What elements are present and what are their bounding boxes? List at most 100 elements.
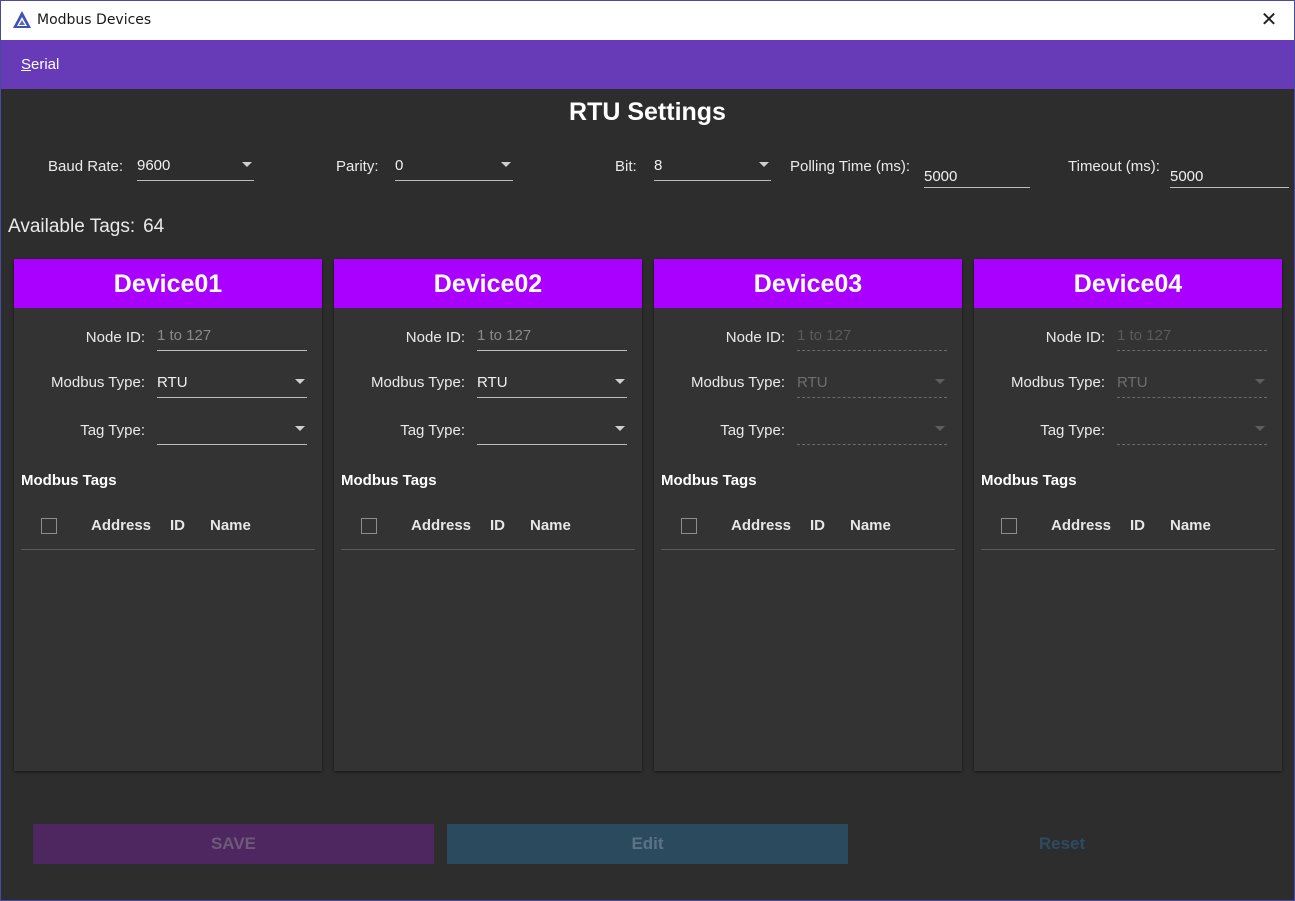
available-tags-label: Available Tags: bbox=[8, 216, 136, 237]
node-id-input[interactable]: 1 to 127 bbox=[797, 321, 947, 351]
menu-item-serial[interactable]: Serial bbox=[21, 56, 59, 73]
device-card-header: Device04 bbox=[974, 259, 1282, 308]
baud-rate-label: Baud Rate: bbox=[48, 158, 124, 175]
menu-bar: Serial bbox=[1, 40, 1294, 89]
column-header-id[interactable]: ID bbox=[1130, 517, 1145, 534]
node-id-label: Node ID: bbox=[405, 329, 465, 346]
chevron-down-icon bbox=[615, 426, 625, 431]
modbus-type-value: RTU bbox=[1117, 374, 1148, 391]
modbus-type-select[interactable]: RTU bbox=[157, 368, 307, 398]
modbus-devices-window: Modbus Devices ✕ Serial RTU Settings Bau… bbox=[0, 0, 1295, 901]
chevron-down-icon bbox=[1255, 379, 1265, 384]
tag-type-select[interactable] bbox=[477, 415, 627, 445]
chevron-down-icon bbox=[1255, 426, 1265, 431]
node-id-input[interactable]: 1 to 127 bbox=[157, 321, 307, 351]
modbus-tags-title: Modbus Tags bbox=[981, 472, 1077, 489]
menu-item-serial-label: erial bbox=[31, 56, 60, 73]
parity-select[interactable]: 0 bbox=[395, 151, 513, 181]
modbus-type-label: Modbus Type: bbox=[691, 374, 785, 391]
column-header-id[interactable]: ID bbox=[170, 517, 185, 534]
column-header-address[interactable]: Address bbox=[1051, 517, 1111, 534]
select-all-checkbox[interactable] bbox=[681, 518, 697, 534]
chevron-down-icon bbox=[759, 162, 769, 167]
modbus-type-label: Modbus Type: bbox=[1011, 374, 1105, 391]
tag-type-select[interactable] bbox=[157, 415, 307, 445]
device-card: Device01 Node ID: 1 to 127 Modbus Type: RTU T… bbox=[14, 259, 322, 771]
device-card: Device04 Node ID: 1 to 127 Modbus Type: RTU T… bbox=[974, 259, 1282, 771]
app-logo-icon bbox=[13, 11, 31, 28]
modbus-type-label: Modbus Type: bbox=[51, 374, 145, 391]
device-card: Device02 Node ID: 1 to 127 Modbus Type: RTU T… bbox=[334, 259, 642, 771]
modbus-tags-title: Modbus Tags bbox=[341, 472, 437, 489]
baud-rate-value: 9600 bbox=[137, 157, 171, 174]
menu-item-serial-accelerator: S bbox=[21, 56, 32, 73]
chevron-down-icon bbox=[501, 162, 511, 167]
chevron-down-icon bbox=[242, 162, 252, 167]
tag-type-label: Tag Type: bbox=[720, 422, 785, 439]
chevron-down-icon bbox=[615, 379, 625, 384]
baud-rate-select[interactable]: 9600 bbox=[137, 151, 254, 181]
modbus-tags-title: Modbus Tags bbox=[661, 472, 757, 489]
tag-type-label: Tag Type: bbox=[400, 422, 465, 439]
column-header-name[interactable]: Name bbox=[530, 517, 571, 534]
device-card: Device03 Node ID: 1 to 127 Modbus Type: RTU T… bbox=[654, 259, 962, 771]
timeout-label: Timeout (ms): bbox=[1068, 158, 1160, 175]
node-id-placeholder: 1 to 127 bbox=[477, 327, 532, 344]
modbus-type-select[interactable]: RTU bbox=[1117, 368, 1267, 398]
modbus-type-value: RTU bbox=[477, 374, 508, 391]
chevron-down-icon bbox=[295, 379, 305, 384]
timeout-value: 5000 bbox=[1170, 168, 1204, 185]
column-header-name[interactable]: Name bbox=[210, 517, 251, 534]
column-header-address[interactable]: Address bbox=[91, 517, 151, 534]
available-tags-count: 64 bbox=[143, 216, 165, 237]
polling-time-input[interactable]: 5000 bbox=[924, 154, 1030, 188]
column-header-address[interactable]: Address bbox=[411, 517, 471, 534]
modbus-type-value: RTU bbox=[157, 374, 188, 391]
column-header-id[interactable]: ID bbox=[490, 517, 505, 534]
modbus-type-label: Modbus Type: bbox=[371, 374, 465, 391]
title-bar: Modbus Devices ✕ bbox=[1, 1, 1294, 40]
modbus-type-select[interactable]: RTU bbox=[797, 368, 947, 398]
chevron-down-icon bbox=[935, 379, 945, 384]
polling-time-label: Polling Time (ms): bbox=[790, 158, 911, 175]
timeout-input[interactable]: 5000 bbox=[1170, 154, 1289, 188]
tags-table-header: Address ID Name bbox=[341, 509, 635, 550]
node-id-placeholder: 1 to 127 bbox=[157, 327, 212, 344]
select-all-checkbox[interactable] bbox=[1001, 518, 1017, 534]
parity-label: Parity: bbox=[336, 158, 379, 175]
available-tags: Available Tags: 64 bbox=[8, 216, 164, 238]
window-title: Modbus Devices bbox=[37, 12, 152, 28]
modbus-type-value: RTU bbox=[797, 374, 828, 391]
tag-type-label: Tag Type: bbox=[80, 422, 145, 439]
column-header-name[interactable]: Name bbox=[1170, 517, 1211, 534]
node-id-placeholder: 1 to 127 bbox=[797, 327, 852, 344]
tags-table-header: Address ID Name bbox=[21, 509, 315, 550]
modbus-type-select[interactable]: RTU bbox=[477, 368, 627, 398]
tag-type-label: Tag Type: bbox=[1040, 422, 1105, 439]
bit-select[interactable]: 8 bbox=[654, 151, 771, 181]
node-id-input[interactable]: 1 to 127 bbox=[1117, 321, 1267, 351]
close-icon[interactable]: ✕ bbox=[1258, 9, 1280, 31]
rtu-settings-title: RTU Settings bbox=[569, 98, 726, 126]
node-id-label: Node ID: bbox=[85, 329, 145, 346]
node-id-input[interactable]: 1 to 127 bbox=[477, 321, 627, 351]
column-header-address[interactable]: Address bbox=[731, 517, 791, 534]
device-card-header: Device02 bbox=[334, 259, 642, 308]
polling-time-value: 5000 bbox=[924, 168, 958, 185]
device-card-header: Device01 bbox=[14, 259, 322, 308]
tags-table-header: Address ID Name bbox=[981, 509, 1275, 550]
select-all-checkbox[interactable] bbox=[361, 518, 377, 534]
edit-button[interactable]: Edit bbox=[447, 824, 848, 864]
tag-type-select[interactable] bbox=[1117, 415, 1267, 445]
node-id-label: Node ID: bbox=[725, 329, 785, 346]
column-header-id[interactable]: ID bbox=[810, 517, 825, 534]
tag-type-select[interactable] bbox=[797, 415, 947, 445]
bit-label: Bit: bbox=[615, 158, 637, 175]
reset-button[interactable]: Reset bbox=[961, 824, 1163, 864]
select-all-checkbox[interactable] bbox=[41, 518, 57, 534]
parity-value: 0 bbox=[395, 157, 404, 174]
column-header-name[interactable]: Name bbox=[850, 517, 891, 534]
bit-value: 8 bbox=[654, 157, 663, 174]
modbus-tags-title: Modbus Tags bbox=[21, 472, 117, 489]
save-button[interactable]: SAVE bbox=[33, 824, 434, 864]
